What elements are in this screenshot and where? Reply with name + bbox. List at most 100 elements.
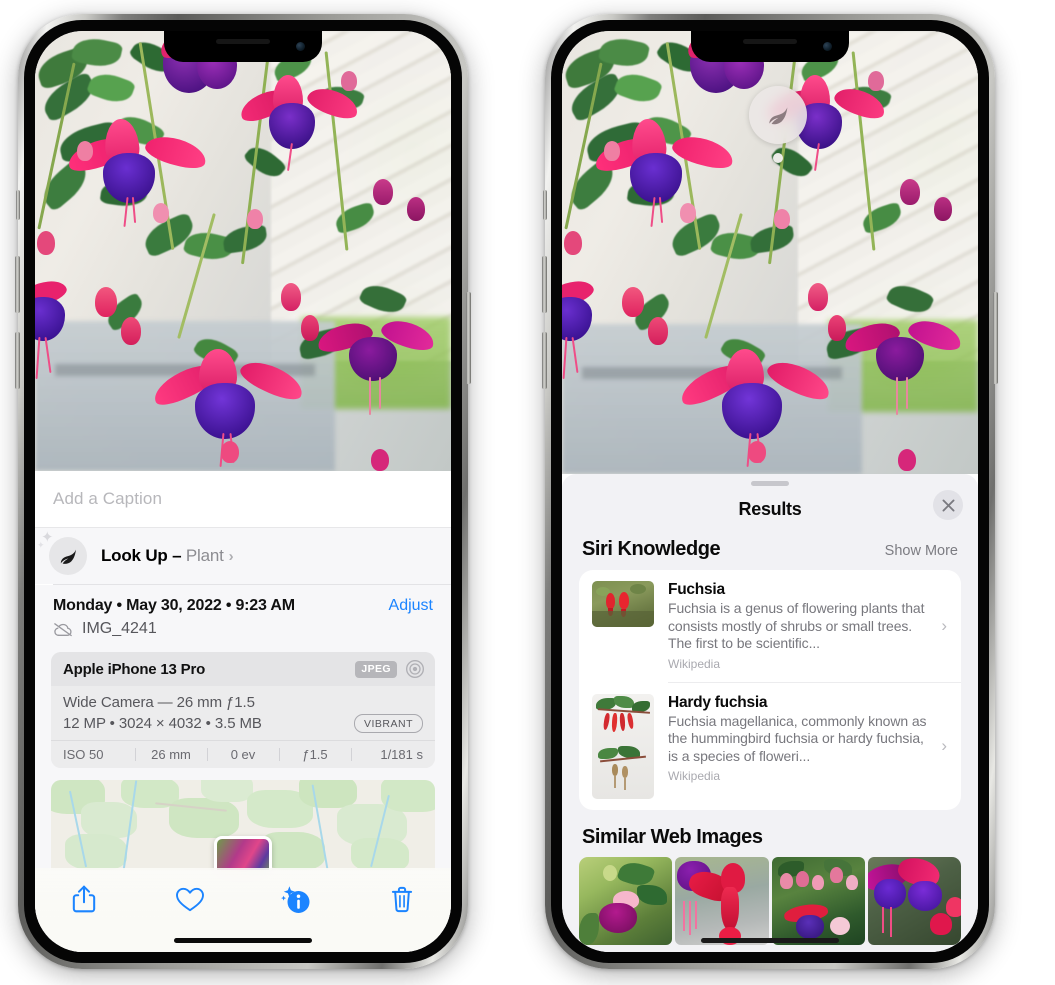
volume-up-button[interactable] xyxy=(15,256,20,313)
earpiece-speaker xyxy=(743,39,797,44)
web-image-2[interactable] xyxy=(675,856,769,945)
right-phone-bezel: Results Siri Knowledge Show More Fuchsia… xyxy=(551,20,989,963)
look-up-dash: – xyxy=(172,546,182,565)
knowledge-source: Wikipedia xyxy=(668,769,721,783)
look-up-row[interactable]: ✦ ✦ Look Up – Plant › xyxy=(35,528,451,584)
web-image-4[interactable] xyxy=(867,856,961,945)
look-up-label: Look Up xyxy=(101,546,168,565)
map-photo-pin[interactable] xyxy=(214,836,272,870)
stat-iso: ISO 50 xyxy=(63,747,104,762)
favorite-button[interactable] xyxy=(167,876,213,922)
knowledge-title: Fuchsia xyxy=(668,581,725,598)
share-icon xyxy=(72,885,96,913)
front-camera xyxy=(296,42,305,51)
photo-date: Monday • May 30, 2022 • 9:23 AM xyxy=(53,597,295,614)
left-phone-screen: Add a Caption ✦ ✦ Look Up – Plant › Mond… xyxy=(35,31,451,952)
knowledge-item-fuchsia[interactable]: Fuchsia Fuchsia is a genus of flowering … xyxy=(579,570,961,682)
look-up-kind: Plant xyxy=(185,546,224,565)
stat-focal-length: 26 mm xyxy=(135,747,207,762)
earpiece-speaker xyxy=(216,39,270,44)
results-header: Results xyxy=(562,486,978,532)
siri-knowledge-card: Fuchsia Fuchsia is a genus of flowering … xyxy=(579,570,961,810)
look-up-label-group: Look Up – Plant › xyxy=(101,546,234,566)
home-indicator[interactable] xyxy=(701,938,839,943)
exif-card[interactable]: Apple iPhone 13 Pro JPEG Wide Camera — 2… xyxy=(51,652,435,768)
photo-info-sheet: Add a Caption ✦ ✦ Look Up – Plant › Mond… xyxy=(35,471,451,952)
right-phone-screen: Results Siri Knowledge Show More Fuchsia… xyxy=(562,31,978,952)
stat-shutter-speed: 1/181 s xyxy=(351,747,425,762)
share-button[interactable] xyxy=(61,876,107,922)
notch xyxy=(164,31,322,62)
left-phone-bezel: Add a Caption ✦ ✦ Look Up – Plant › Mond… xyxy=(24,20,462,963)
location-map[interactable] xyxy=(51,780,435,870)
volume-up-button[interactable] xyxy=(542,256,547,313)
home-indicator[interactable] xyxy=(174,938,312,943)
results-sheet: Results Siri Knowledge Show More Fuchsia… xyxy=(562,474,978,952)
right-phone-device: Results Siri Knowledge Show More Fuchsia… xyxy=(542,14,998,969)
mute-switch[interactable] xyxy=(543,190,547,220)
camera-model: Apple iPhone 13 Pro xyxy=(63,660,206,678)
knowledge-thumbnail xyxy=(592,693,654,799)
look-up-chip: ✦ ✦ xyxy=(37,530,87,575)
map-pin-thumbnail xyxy=(217,839,269,870)
cloud-slash-icon xyxy=(54,622,72,636)
web-image-1[interactable] xyxy=(579,856,673,945)
knowledge-thumbnail xyxy=(592,581,654,627)
caption-field-row[interactable]: Add a Caption xyxy=(35,471,451,528)
visual-look-up-badge[interactable] xyxy=(749,86,807,144)
left-phone-device: Add a Caption ✦ ✦ Look Up – Plant › Mond… xyxy=(15,14,471,969)
exif-body: Wide Camera — 26 mm ƒ1.5 12 MP • 3024 × … xyxy=(51,686,435,740)
web-image-3[interactable] xyxy=(771,856,865,945)
sparkle-small-icon: ✦ xyxy=(37,540,45,550)
info-sparkle-icon xyxy=(281,886,310,913)
close-button[interactable] xyxy=(933,490,963,520)
side-power-button[interactable] xyxy=(466,292,471,384)
trash-icon xyxy=(391,886,413,912)
photo-filename: IMG_4241 xyxy=(82,620,157,637)
format-badge: JPEG xyxy=(355,660,397,678)
siri-knowledge-title: Siri Knowledge xyxy=(582,538,721,560)
show-more-button[interactable]: Show More xyxy=(885,543,958,559)
aperture-icon xyxy=(406,660,424,678)
similar-web-images-title: Similar Web Images xyxy=(582,825,763,848)
knowledge-source: Wikipedia xyxy=(668,656,721,671)
front-camera xyxy=(823,42,832,51)
volume-down-button[interactable] xyxy=(15,332,20,389)
chevron-right-icon: › xyxy=(228,548,234,565)
knowledge-description: Fuchsia is a genus of flowering plants t… xyxy=(668,600,925,651)
results-title: Results xyxy=(738,498,802,519)
date-block: Monday • May 30, 2022 • 9:23 AM Adjust I… xyxy=(35,585,451,648)
leaf-icon xyxy=(768,106,787,124)
exif-section: Apple iPhone 13 Pro JPEG Wide Camera — 2… xyxy=(35,648,451,768)
photo-fuchsia-plant[interactable] xyxy=(35,31,451,471)
lens-info: Wide Camera — 26 mm ƒ1.5 xyxy=(63,694,255,711)
close-icon xyxy=(942,499,954,511)
exif-header: Apple iPhone 13 Pro JPEG xyxy=(51,652,435,686)
knowledge-item-hardy-fuchsia[interactable]: Hardy fuchsia Fuchsia magellanica, commo… xyxy=(579,683,961,810)
leaf-icon xyxy=(60,549,76,564)
knowledge-title: Hardy fuchsia xyxy=(668,693,768,711)
stat-aperture: ƒ1.5 xyxy=(279,747,351,762)
screenshot-stage: Add a Caption ✦ ✦ Look Up – Plant › Mond… xyxy=(0,0,1055,985)
volume-down-button[interactable] xyxy=(542,332,547,389)
exif-stats-row: ISO 50 26 mm 0 ev ƒ1.5 1/181 s xyxy=(51,740,435,768)
adjust-button[interactable]: Adjust xyxy=(389,597,433,615)
heart-icon xyxy=(176,887,204,911)
chevron-right-icon: › xyxy=(941,736,947,755)
visual-look-up-anchor-dot xyxy=(773,153,783,163)
delete-button[interactable] xyxy=(379,876,425,922)
mute-switch[interactable] xyxy=(16,190,20,220)
knowledge-description: Fuchsia magellanica, commonly known as t… xyxy=(668,712,927,764)
info-button[interactable] xyxy=(273,876,319,922)
siri-knowledge-header: Siri Knowledge Show More xyxy=(562,532,978,570)
map-section xyxy=(35,768,451,870)
notch xyxy=(691,31,849,62)
similar-web-images-header: Similar Web Images xyxy=(562,810,978,857)
side-power-button[interactable] xyxy=(993,292,998,384)
caption-input[interactable]: Add a Caption xyxy=(53,489,162,509)
chevron-right-icon: › xyxy=(941,615,947,635)
image-specs: 12 MP • 3024 × 4032 • 3.5 MB xyxy=(63,715,262,732)
photo-fuchsia-plant[interactable] xyxy=(562,31,978,474)
similar-web-images-strip xyxy=(562,856,978,945)
stat-exposure-bias: 0 ev xyxy=(207,747,279,762)
